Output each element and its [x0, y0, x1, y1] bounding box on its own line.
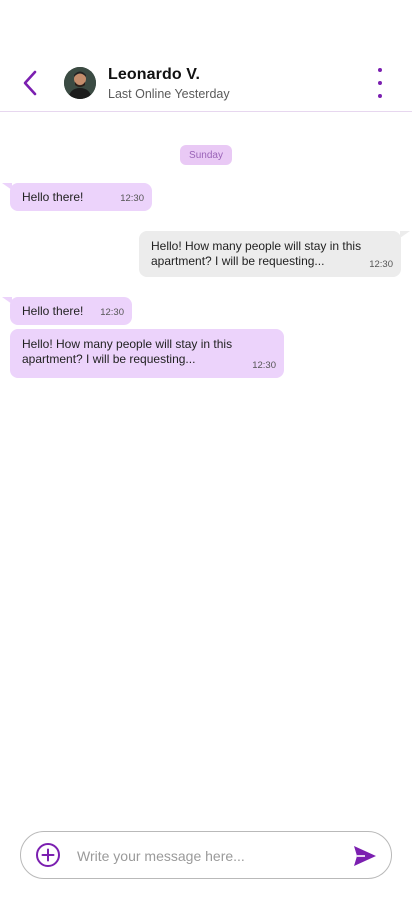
avatar[interactable]	[64, 67, 96, 99]
message-time: 12:30	[369, 259, 393, 270]
back-button[interactable]	[14, 66, 46, 100]
message-incoming[interactable]: Hello there! 12:30	[10, 297, 132, 325]
send-icon	[354, 846, 376, 866]
day-separator: Sunday	[180, 145, 232, 165]
send-button[interactable]	[353, 845, 377, 867]
user-photo	[64, 67, 96, 99]
more-vertical-icon	[378, 68, 382, 72]
chat-header: Leonardo V. Last Online Yesterday	[0, 0, 412, 112]
message-time: 12:30	[120, 193, 144, 204]
bubble-tail	[400, 231, 410, 238]
add-attachment-button[interactable]	[35, 842, 61, 868]
message-time: 12:30	[252, 360, 276, 371]
contact-status: Last Online Yesterday	[108, 87, 230, 101]
message-incoming[interactable]: Hello! How many people will stay in this…	[10, 329, 284, 378]
message-input[interactable]	[75, 842, 349, 870]
message-outgoing[interactable]: Hello! How many people will stay in this…	[139, 231, 401, 277]
plus-circle-icon	[36, 843, 60, 867]
message-time: 12:30	[100, 307, 124, 318]
message-text: Hello! How many people will stay in this…	[151, 239, 362, 268]
more-options-button[interactable]	[368, 68, 392, 98]
message-composer	[20, 831, 392, 879]
message-text: Hello! How many people will stay in this…	[22, 337, 233, 366]
chevron-left-icon	[23, 70, 37, 96]
message-incoming[interactable]: Hello there! 12:30	[10, 183, 152, 211]
contact-name: Leonardo V.	[108, 66, 201, 83]
